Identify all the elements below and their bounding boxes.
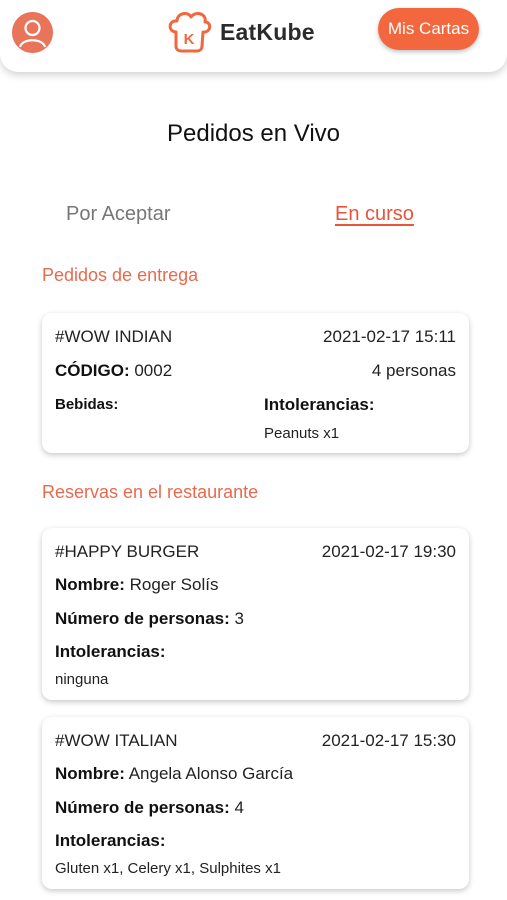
mis-cartas-button[interactable]: Mis Cartas <box>378 8 479 50</box>
reservation-intolerances-label: Intolerancias: <box>55 642 166 661</box>
order-people: 4 personas <box>371 361 456 380</box>
brand-name: EatKube <box>220 18 315 45</box>
order-code-value: 0002 <box>134 361 173 380</box>
top-app-bar: K EatKube Mis Cartas <box>0 0 507 72</box>
reservation-name-label: Nombre: <box>55 575 125 594</box>
order-restaurant: #WOW INDIAN <box>55 327 173 346</box>
order-intolerances-value: Peanuts x1 <box>264 425 340 442</box>
reservation-intolerances-value: Gluten x1, Celery x1, Sulphites x1 <box>55 860 281 877</box>
delivery-order-card[interactable]: #WOW INDIAN 2021-02-17 15:11 CÓDIGO: 000… <box>42 313 469 453</box>
tab-en-curso[interactable]: En curso <box>335 203 414 226</box>
reservation-datetime: 2021-02-17 15:30 <box>321 731 456 750</box>
order-intolerances-label: Intolerancias: <box>264 395 375 414</box>
reservation-intolerances-value: ninguna <box>55 671 109 688</box>
reservation-intolerances-label: Intolerancias: <box>55 831 166 850</box>
reservations-section-title: Reservas en el restaurante <box>42 482 259 502</box>
reservation-name-value: Angela Alonso García <box>128 764 294 783</box>
reservation-people-value: 4 <box>234 798 244 817</box>
reservation-card[interactable]: #WOW ITALIAN 2021-02-17 15:30 Nombre: An… <box>42 717 469 889</box>
reservation-name: Nombre: Angela Alonso García <box>55 764 293 784</box>
chef-hat-logo-icon: K <box>168 12 212 53</box>
reservation-restaurant: #HAPPY BURGER <box>55 542 200 561</box>
order-code-label: CÓDIGO: <box>55 361 130 380</box>
order-drinks-label: Bebidas: <box>55 396 119 413</box>
delivery-section-title: Pedidos de entrega <box>42 265 199 285</box>
reservation-datetime: 2021-02-17 19:30 <box>321 542 456 561</box>
reservation-restaurant: #WOW ITALIAN <box>55 731 178 750</box>
reservation-people: Número de personas: 3 <box>55 609 244 629</box>
reservation-card[interactable]: #HAPPY BURGER 2021-02-17 19:30 Nombre: R… <box>42 528 469 700</box>
page-title: Pedidos en Vivo <box>166 120 340 147</box>
reservation-people: Número de personas: 4 <box>55 798 244 818</box>
order-code: CÓDIGO: 0002 <box>55 361 172 381</box>
reservation-name-value: Roger Solís <box>129 575 219 594</box>
reservation-people-label: Número de personas: <box>55 609 230 628</box>
user-avatar-icon[interactable] <box>12 12 53 53</box>
svg-text:K: K <box>184 31 195 48</box>
reservation-people-value: 3 <box>234 609 244 628</box>
reservation-people-label: Número de personas: <box>55 798 230 817</box>
reservation-name-label: Nombre: <box>55 764 125 783</box>
tab-por-aceptar[interactable]: Por Aceptar <box>66 203 171 226</box>
reservation-name: Nombre: Roger Solís <box>55 575 218 595</box>
brand-logo[interactable]: K EatKube <box>166 10 315 54</box>
order-datetime: 2021-02-17 15:11 <box>323 327 456 346</box>
